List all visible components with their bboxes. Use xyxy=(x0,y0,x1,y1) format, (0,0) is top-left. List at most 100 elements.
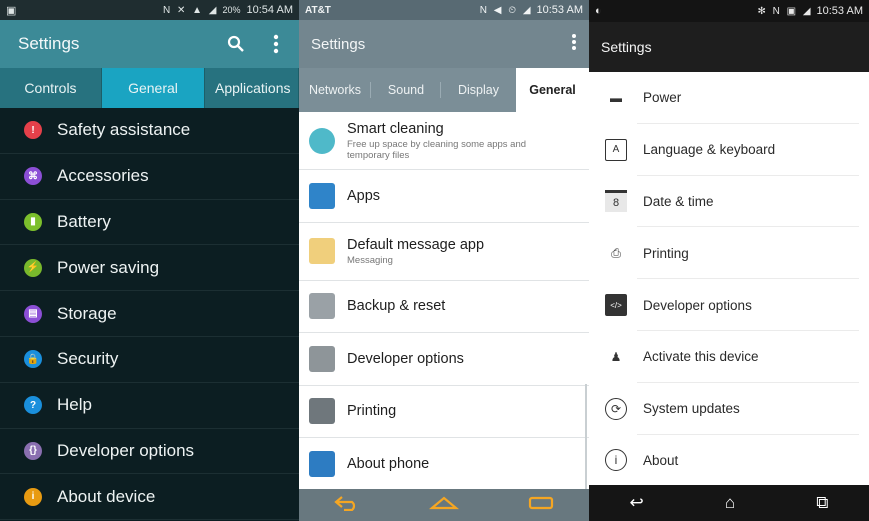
storage-icon: ▤ xyxy=(24,304,42,323)
list-item-label: System updates xyxy=(643,401,740,417)
back-icon[interactable] xyxy=(327,495,367,515)
tab-sound[interactable]: Sound xyxy=(371,68,441,112)
status-time: 10:54 AM xyxy=(246,4,293,16)
list-item[interactable]: ⚡ Power saving xyxy=(0,245,299,292)
alert-icon: ! xyxy=(24,121,42,140)
samsung-settings-panel: ▣ N ✕ ▲ ◢ 20% 10:54 AM Settings Controls… xyxy=(0,0,299,521)
settings-list: Smart cleaning Free up space by cleaning … xyxy=(299,112,589,491)
list-item[interactable]: ▮ Battery xyxy=(0,200,299,246)
htc-settings-panel: ◐ ✻ N ▣ ◢ 10:53 AM Settings ▬ Power A Langu… xyxy=(589,0,869,521)
status-icons: ✻ N ▣ ◢ xyxy=(757,5,813,17)
developer-icon: </> xyxy=(605,294,627,317)
status-icons: N ✕ ▲ ◢ xyxy=(162,4,219,16)
status-time: 10:53 AM xyxy=(816,5,863,17)
status-bar: AT&T N ◀ ⏲ ◢ 10:53 AM xyxy=(299,0,589,20)
list-item-label: Security xyxy=(57,349,119,369)
list-item[interactable]: 🔒 Security xyxy=(0,337,299,383)
list-item-label: Developer options xyxy=(643,297,752,313)
list-item-summary: Free up space by cleaning some apps and … xyxy=(347,138,527,161)
list-item-label: Backup & reset xyxy=(347,298,446,315)
home-icon[interactable] xyxy=(424,495,464,515)
app-bar: Settings xyxy=(299,20,589,68)
list-item-label: Help xyxy=(57,395,92,415)
list-item[interactable]: ▬ Power xyxy=(589,72,869,124)
list-item[interactable]: Smart cleaning Free up space by cleaning … xyxy=(299,112,589,170)
info-icon: i xyxy=(24,487,42,506)
list-item-label: Accessories xyxy=(57,166,149,186)
list-item-label: Printing xyxy=(643,245,689,261)
status-icons: N ◀ ⏲ ◢ xyxy=(479,4,533,16)
language-icon: A xyxy=(605,138,627,161)
more-options-icon[interactable] xyxy=(265,33,287,55)
list-item-summary: Messaging xyxy=(347,254,393,266)
list-item[interactable]: Backup & reset xyxy=(299,281,589,333)
developer-icon xyxy=(309,345,335,372)
page-title: Settings xyxy=(18,34,80,53)
navigation-bar xyxy=(299,489,589,521)
backup-icon xyxy=(309,293,335,320)
app-bar: Settings xyxy=(0,20,299,68)
list-item[interactable]: i About device xyxy=(0,474,299,521)
navigation-bar: ↩ ⌂ ⧉ xyxy=(589,485,869,521)
smart-cleaning-icon xyxy=(309,127,335,154)
recents-icon[interactable] xyxy=(521,495,561,515)
tab-general[interactable]: General xyxy=(516,68,589,112)
search-icon[interactable] xyxy=(225,33,247,55)
tab-networks[interactable]: Networks xyxy=(299,68,371,112)
home-icon[interactable]: ⌂ xyxy=(725,493,735,513)
list-item[interactable]: A Language & keyboard xyxy=(589,124,869,176)
battery-icon: ▬ xyxy=(610,90,622,105)
list-item[interactable]: ▤ Storage xyxy=(0,291,299,337)
list-item[interactable]: </> Developer options xyxy=(589,279,869,331)
carrier-name: AT&T xyxy=(305,4,331,16)
list-item[interactable]: Apps xyxy=(299,170,589,223)
status-time: 10:53 AM xyxy=(536,4,583,16)
list-item[interactable]: Printing xyxy=(299,386,589,438)
list-item[interactable]: ♟ Activate this device xyxy=(589,331,869,383)
tab-general[interactable]: General xyxy=(102,68,205,108)
list-item-label: About xyxy=(643,452,679,468)
phone-icon xyxy=(309,450,335,477)
list-item-label: Power xyxy=(643,90,682,106)
list-item[interactable]: {} Developer options xyxy=(0,429,299,475)
tab-display[interactable]: Display xyxy=(441,68,516,112)
settings-tabs: Controls General Applications xyxy=(0,68,299,108)
list-item-label: Default message app xyxy=(347,236,485,253)
list-item-label: Developer options xyxy=(57,440,195,460)
tab-applications[interactable]: Applications xyxy=(205,68,299,108)
back-icon[interactable]: ↩ xyxy=(630,493,644,513)
scrollbar[interactable] xyxy=(585,384,587,492)
list-item[interactable]: ⟳ System updates xyxy=(589,383,869,435)
list-item-label: Apps xyxy=(347,187,381,204)
message-icon xyxy=(309,238,335,264)
activate-icon: ♟ xyxy=(610,349,622,364)
app-bar: Settings xyxy=(589,22,869,72)
list-item[interactable]: i About xyxy=(589,435,869,487)
tab-controls[interactable]: Controls xyxy=(0,68,102,108)
sony-settings-panel: AT&T N ◀ ⏲ ◢ 10:53 AM Settings Networks … xyxy=(299,0,589,521)
list-item[interactable]: Default message app Messaging xyxy=(299,223,589,281)
apps-icon xyxy=(309,182,335,209)
list-item[interactable]: 8 Date & time xyxy=(589,176,869,228)
settings-list: ▬ Power A Language & keyboard 8 Date & time ⎙ P… xyxy=(589,72,869,487)
list-item[interactable]: ? Help xyxy=(0,383,299,429)
system-update-icon: ⟳ xyxy=(605,397,627,420)
more-options-icon[interactable] xyxy=(571,33,577,56)
list-item-label: About phone xyxy=(347,455,430,472)
list-item-label: About device xyxy=(57,486,156,506)
list-item[interactable]: ⌘ Accessories xyxy=(0,154,299,200)
image-icon: ▣ xyxy=(6,4,17,17)
recents-icon[interactable]: ⧉ xyxy=(816,493,828,513)
sync-icon: ◐ xyxy=(595,5,602,17)
list-item-label: Printing xyxy=(347,403,397,420)
status-bar: ▣ N ✕ ▲ ◢ 20% 10:54 AM xyxy=(0,0,299,20)
list-item-label: Smart cleaning xyxy=(347,120,444,137)
list-item[interactable]: Developer options xyxy=(299,333,589,386)
list-item[interactable]: ! Safety assistance xyxy=(0,108,299,154)
list-item[interactable]: About phone xyxy=(299,438,589,491)
list-item-label: Storage xyxy=(57,303,117,323)
list-item[interactable]: ⎙ Printing xyxy=(589,227,869,279)
battery-percent: 20% xyxy=(222,5,241,15)
lock-icon: 🔒 xyxy=(24,350,42,369)
page-title: Settings xyxy=(311,35,366,53)
